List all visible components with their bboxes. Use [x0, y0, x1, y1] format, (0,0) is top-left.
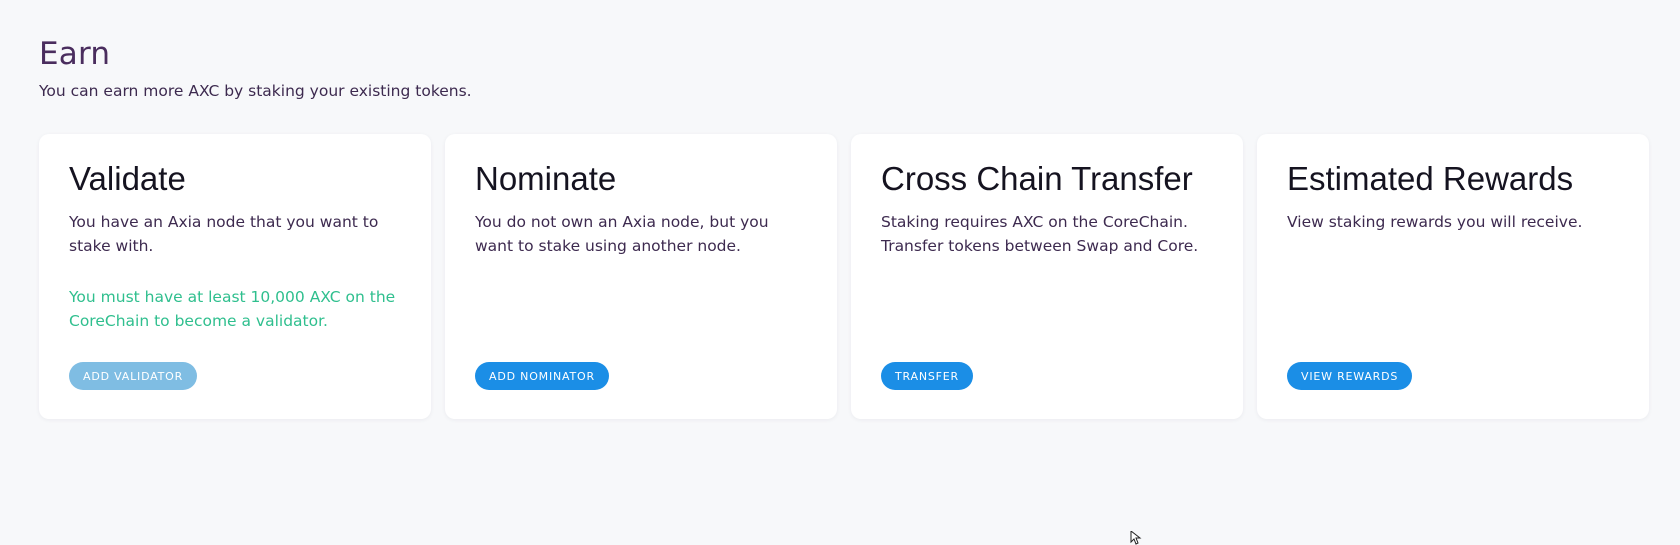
add-nominator-button[interactable]: ADD NOMINATOR [475, 362, 609, 390]
validate-card: Validate You have an Axia node that you … [39, 134, 431, 419]
add-validator-button[interactable]: ADD VALIDATOR [69, 362, 198, 390]
transfer-button[interactable]: TRANSFER [881, 362, 973, 390]
estimated-rewards-card: Estimated Rewards View staking rewards y… [1257, 134, 1649, 419]
mouse-pointer-icon [1130, 531, 1142, 545]
nominate-card-title: Nominate [475, 160, 617, 197]
cross-chain-transfer-card-description: Staking requires AXC on the CoreChain. T… [881, 213, 1199, 255]
nominate-card-description: You do not own an Axia node, but you wan… [475, 213, 769, 255]
validate-card-description: You have an Axia node that you want to s… [69, 213, 379, 255]
page-title: Earn [39, 36, 111, 72]
view-rewards-button[interactable]: VIEW REWARDS [1287, 362, 1413, 390]
cross-chain-transfer-card-title: Cross Chain Transfer [881, 160, 1193, 197]
estimated-rewards-card-description: View staking rewards you will receive. [1287, 213, 1583, 231]
nominate-card: Nominate You do not own an Axia node, bu… [445, 134, 837, 419]
estimated-rewards-card-title: Estimated Rewards [1287, 160, 1574, 197]
earn-cards: Validate You have an Axia node that you … [39, 134, 1649, 419]
cross-chain-transfer-card: Cross Chain Transfer Staking requires AX… [851, 134, 1243, 419]
validate-card-title: Validate [69, 160, 186, 197]
validator-requirement-note: You must have at least 10,000 AXC on the… [69, 288, 396, 330]
page-subtitle: You can earn more AXC by staking your ex… [39, 82, 472, 100]
